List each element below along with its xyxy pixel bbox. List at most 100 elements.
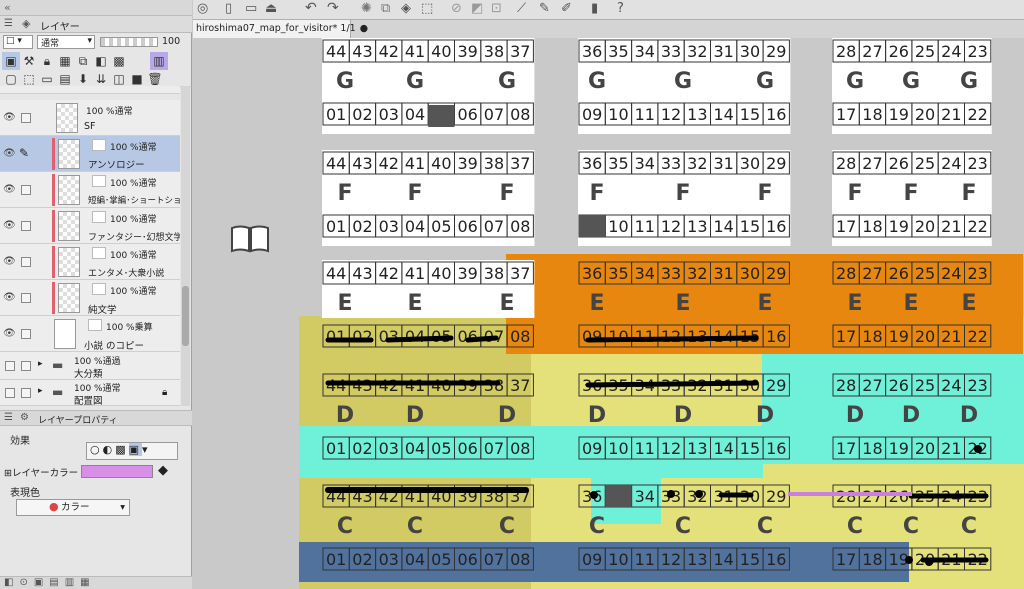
booth-number: 19 [889, 217, 909, 236]
row-letter: C [407, 514, 423, 539]
visibility-eye-icon[interactable]: 👁︎ [3, 292, 17, 303]
clip-icon[interactable]: ⧉ [74, 52, 92, 70]
new-icon[interactable]: ▯ [225, 1, 232, 16]
app-icon[interactable]: ◎ [197, 1, 208, 16]
visibility-eye-icon[interactable]: 👁︎ [3, 184, 17, 195]
footer-icons[interactable]: ◧⊙▣▤▥▦ [4, 577, 96, 588]
layer-row-categories[interactable]: ▸ ▬ 100 %通過 大分類 [0, 352, 180, 380]
device-icon[interactable]: ▮ [591, 1, 598, 16]
layer-tab-label[interactable]: レイヤー [40, 18, 80, 33]
visibility-check[interactable] [5, 361, 15, 371]
opacity-value[interactable]: 100 [162, 36, 180, 47]
visibility-eye-icon[interactable]: 👁︎ [3, 112, 17, 123]
props-tab-label[interactable]: レイヤープロパティ [38, 413, 118, 426]
layer-scrollbar[interactable] [181, 86, 190, 406]
visibility-eye-icon[interactable]: 👁︎ [3, 220, 17, 231]
scroll-thumb[interactable] [182, 286, 189, 346]
booth-number: 05 [431, 217, 451, 236]
undo-icon[interactable]: ↶ [305, 0, 317, 16]
layer-row-short[interactable]: 👁︎ 100 %通常 短編･掌編･ショートショート [0, 172, 180, 208]
ruler-icon[interactable]: ⟋ [517, 1, 526, 16]
effect-buttons[interactable]: ○◐▩▣▾ [86, 442, 178, 460]
strike-dot [925, 558, 933, 566]
layer-blend: 100 %通常 [110, 287, 157, 297]
row-letter: D [498, 403, 516, 428]
booth-number: 19 [889, 105, 909, 124]
transform-icon[interactable]: ⬚ [421, 1, 433, 16]
help-icon[interactable]: ? [617, 1, 624, 16]
lock-icon[interactable]: 🔒︎ [38, 52, 56, 70]
layer-check[interactable] [21, 185, 31, 195]
layer-row-placement[interactable]: ▸ ▬ 100 %通常 配置図 🔒︎ [0, 380, 180, 406]
layer-color-icon[interactable]: ▥ [150, 52, 168, 70]
expand-chevron-icon[interactable]: ▸ [38, 359, 43, 369]
expand-chevron-icon[interactable]: ▸ [38, 386, 43, 396]
booth-number: 24 [941, 154, 961, 173]
canvas-area[interactable]: 44 43 42 41 40 39 38 37 G G G 01 02 03 04 05 06 07 08 36 35 3… [196, 38, 1024, 589]
clip-studio-window: « ☰ ◈ レイヤー □ ▾ 通常 ▾ 100 ▣ ⚒ 🔒︎ ▦ ⧉ ◧ ▩ ▥ … [0, 0, 1024, 589]
layer-row-anthology[interactable]: 👁︎ ✎ 100 %通常 アンソロジー [0, 136, 180, 172]
opacity-slider[interactable] [100, 37, 158, 47]
layer-check[interactable] [21, 361, 31, 371]
layer-row-partial[interactable] [0, 86, 180, 94]
visibility-eye-icon[interactable]: 👁︎ [3, 328, 17, 339]
booth-number: 29 [766, 154, 786, 173]
layer-thumbnail [58, 247, 80, 277]
fill-icon[interactable]: ◈ [401, 1, 411, 16]
layer-row-novel-copy[interactable]: 👁︎ 100 %乗算 小説 のコピー [0, 316, 180, 352]
layer-color-label: ⊞レイヤーカラー [4, 468, 79, 479]
visibility-check[interactable] [5, 388, 15, 398]
layer-check[interactable] [21, 257, 31, 267]
document-tab[interactable]: hiroshima07_map_for_visitor* 1/1 ● [193, 20, 368, 38]
reference-layer-icon[interactable]: ▣ [2, 52, 20, 70]
layer-mask-select[interactable]: □ ▾ [3, 35, 33, 49]
layer-blend: 100 %乗算 [106, 323, 153, 333]
layer-check[interactable] [21, 388, 31, 398]
layer-row-literature[interactable]: 👁︎ 100 %通常 純文学 [0, 280, 180, 316]
brush-icon[interactable]: ✐ [561, 1, 572, 16]
mask-enable-icon[interactable]: ◧ [92, 52, 110, 70]
booth-number: 29 [766, 376, 786, 395]
layer-check[interactable] [21, 221, 31, 231]
palette-icon[interactable]: ▩ [110, 52, 128, 70]
blend-mode-select[interactable]: 通常 ▾ [37, 35, 95, 49]
pen-icon[interactable]: ✎ [539, 1, 550, 16]
booth-number: 09 [582, 439, 602, 458]
redo-icon[interactable]: ↷ [327, 0, 339, 16]
booth-number: 27 [862, 264, 882, 283]
open-icon[interactable]: ▭ [245, 1, 257, 16]
lock-transparency-icon[interactable]: ▦ [56, 52, 74, 70]
layer-row-fantasy[interactable]: 👁︎ 100 %通常 ファンタジー･幻想文学 [0, 208, 180, 244]
booth-number: 03 [379, 550, 399, 569]
visibility-eye-icon[interactable]: 👁︎ [3, 148, 17, 159]
menu-icon[interactable]: ☰ [4, 18, 13, 29]
fill-bucket-icon[interactable]: ◆ [158, 463, 168, 478]
layer-check[interactable] [21, 293, 31, 303]
menu-icon[interactable]: ☰ [4, 412, 13, 423]
layer-color-swatch[interactable] [81, 465, 153, 478]
clear-icon[interactable]: ⧉ [381, 1, 390, 16]
layer-color-mark [52, 210, 55, 242]
layer-blend: 100 %通常 [110, 179, 157, 189]
draft-icon[interactable]: ⚒ [20, 52, 38, 70]
lock-icon[interactable]: 🔒︎ [162, 387, 167, 398]
row-letter: F [675, 181, 690, 206]
layer-row-entertainment[interactable]: 👁︎ 100 %通常 エンタメ･大衆小説 [0, 244, 180, 280]
booth-number: 32 [687, 154, 707, 173]
booth-number: 02 [352, 105, 372, 124]
deselect-icon[interactable]: ⊘ [451, 1, 462, 16]
layer-row-sf[interactable]: 👁︎ 100 %通常 SF [0, 100, 180, 136]
layer-check[interactable] [21, 329, 31, 339]
visibility-eye-icon[interactable]: 👁︎ [3, 256, 17, 267]
booth-number: 33 [661, 264, 681, 283]
modified-dot-icon[interactable]: ● [360, 23, 368, 34]
crop-icon[interactable]: ⊡ [491, 1, 502, 16]
loading-icon[interactable]: ✺ [361, 1, 372, 16]
collapse-icon[interactable]: « [4, 1, 11, 14]
invert-icon[interactable]: ◩ [471, 1, 483, 16]
booth-number: 02 [352, 439, 372, 458]
layer-check[interactable] [21, 113, 31, 123]
export-icon[interactable]: ⏏ [265, 1, 277, 16]
expression-select[interactable]: ● カラー ▾ [16, 499, 130, 516]
booth-number: 31 [713, 42, 733, 61]
